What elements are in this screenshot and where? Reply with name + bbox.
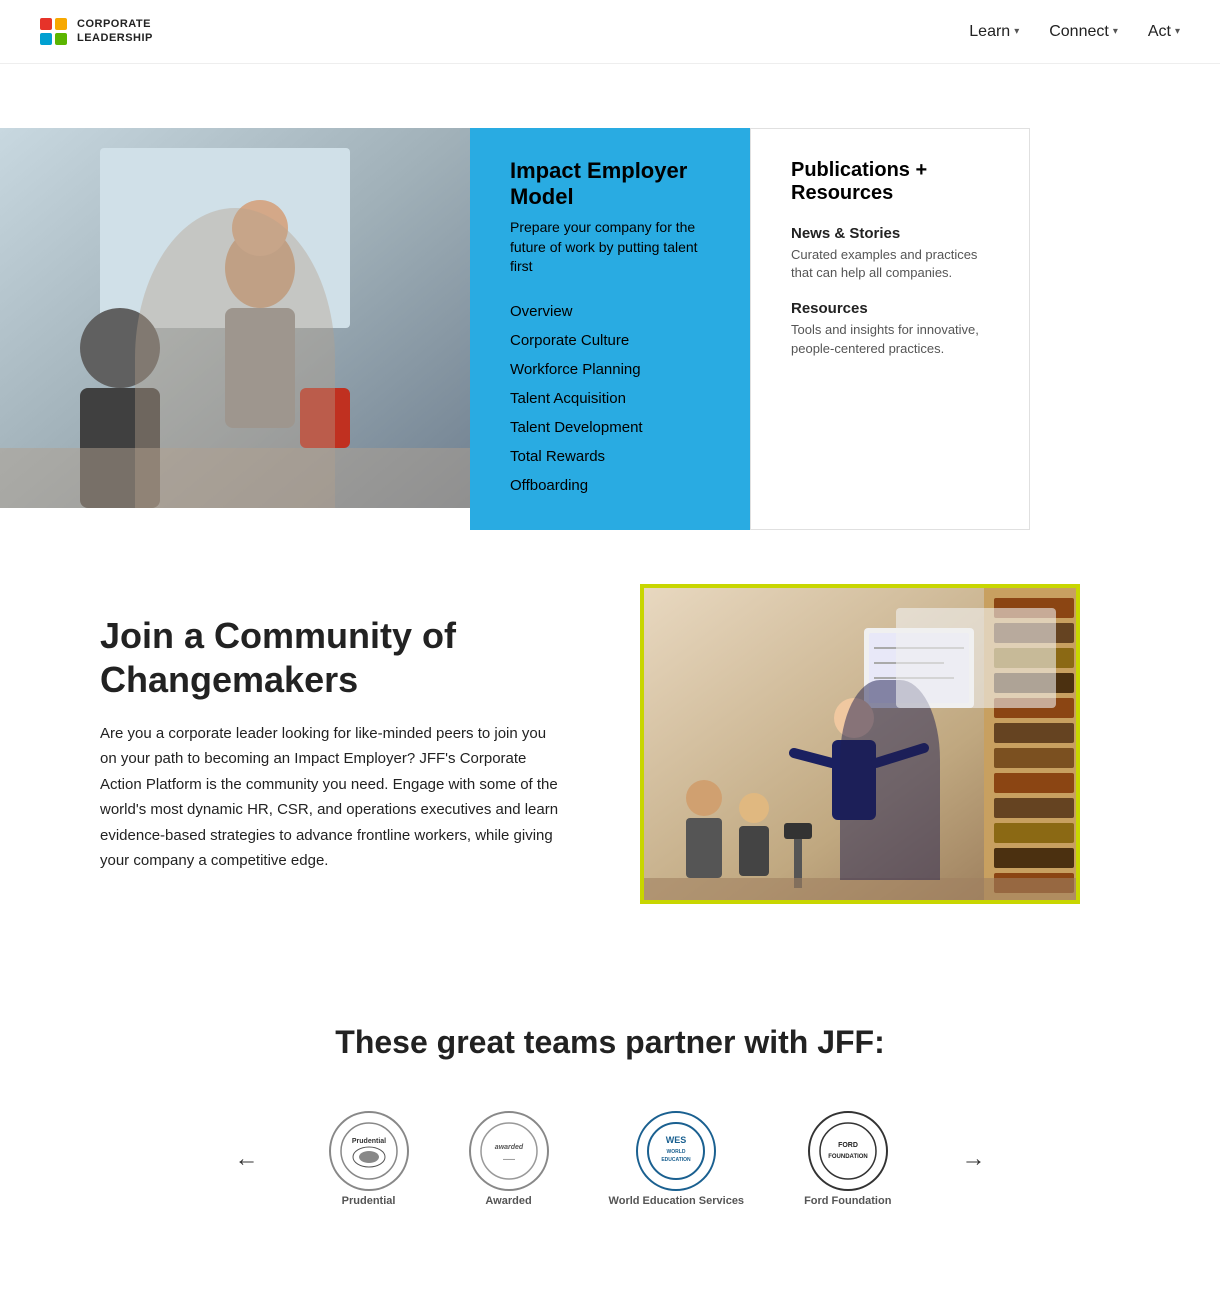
menu-item-total-rewards[interactable]: Total Rewards: [510, 442, 710, 471]
svg-text:——: ——: [503, 1157, 515, 1163]
pub-news: News & Stories Curated examples and prac…: [791, 225, 989, 282]
community-image: [640, 584, 1120, 904]
community-text: Join a Community of Changemakers Are you…: [100, 614, 560, 873]
nav-item-connect[interactable]: Connect ▾: [1049, 23, 1118, 41]
dropdown-panel: Impact Employer Model Prepare your compa…: [0, 128, 1220, 530]
dropdown-right-panel: Publications + Resources News & Stories …: [750, 128, 1030, 530]
logo-text: CORPORATE LEADERSHIP: [77, 18, 153, 44]
awarded-label: Awarded: [485, 1195, 531, 1207]
svg-text:FORD: FORD: [838, 1142, 858, 1149]
svg-text:WES: WES: [666, 1135, 687, 1145]
partner-logo-wes: WES WORLD EDUCATION World Education Serv…: [609, 1111, 745, 1207]
menu-item-talent-development[interactable]: Talent Development: [510, 413, 710, 442]
community-section: Join a Community of Changemakers Are you…: [100, 584, 1120, 904]
community-image-border: [640, 584, 1080, 904]
dropdown-heading: Impact Employer Model: [510, 158, 710, 210]
community-body: Are you a corporate leader looking for l…: [100, 721, 560, 874]
partners-heading: These great teams partner with JFF:: [100, 1024, 1120, 1061]
partners-row: ← Prudential Prudential awarded: [100, 1111, 1120, 1207]
svg-text:EDUCATION: EDUCATION: [662, 1157, 692, 1163]
community-image-inner: [644, 588, 1076, 900]
partner-logo-ford: FORD FOUNDATION Ford Foundation: [804, 1111, 891, 1207]
wes-label: World Education Services: [609, 1195, 745, 1207]
publications-heading: Publications + Resources: [791, 159, 989, 205]
menu-item-talent-acquisition[interactable]: Talent Acquisition: [510, 384, 710, 413]
dropdown-area: Impact Employer Model Prepare your compa…: [0, 64, 1220, 524]
chevron-down-icon: ▾: [1175, 26, 1180, 37]
dropdown-menu: Overview Corporate Culture Workforce Pla…: [510, 297, 710, 500]
svg-text:Prudential: Prudential: [351, 1138, 385, 1145]
pub-news-title[interactable]: News & Stories: [791, 225, 989, 242]
pub-resources-title[interactable]: Resources: [791, 300, 989, 317]
menu-item-corporate-culture[interactable]: Corporate Culture: [510, 326, 710, 355]
ford-label: Ford Foundation: [804, 1195, 891, 1207]
nav-item-learn[interactable]: Learn ▾: [969, 23, 1019, 41]
main-content: Join a Community of Changemakers Are you…: [0, 524, 1220, 1307]
partners-section: These great teams partner with JFF: ← Pr…: [100, 984, 1120, 1247]
menu-item-overview[interactable]: Overview: [510, 297, 710, 326]
partners-prev-button[interactable]: ←: [225, 1145, 269, 1173]
pub-resources-desc: Tools and insights for innovative, peopl…: [791, 321, 989, 357]
navbar: CORPORATE LEADERSHIP Learn ▾ Connect ▾ A…: [0, 0, 1220, 64]
community-heading: Join a Community of Changemakers: [100, 614, 560, 700]
ford-logo: FORD FOUNDATION: [808, 1111, 888, 1191]
chevron-down-icon: ▾: [1113, 26, 1118, 37]
dropdown-subtitle: Prepare your company for the future of w…: [510, 218, 710, 277]
logo-blocks: [40, 18, 67, 45]
wes-logo: WES WORLD EDUCATION: [636, 1111, 716, 1191]
partner-logo-prudential: Prudential Prudential: [329, 1111, 409, 1207]
partners-next-button[interactable]: →: [951, 1145, 995, 1173]
prudential-logo: Prudential: [329, 1111, 409, 1191]
prudential-label: Prudential: [342, 1195, 396, 1207]
menu-item-offboarding[interactable]: Offboarding: [510, 471, 710, 500]
awarded-logo: awarded ——: [469, 1111, 549, 1191]
partner-logo-awarded: awarded —— Awarded: [469, 1111, 549, 1207]
nav-links: Learn ▾ Connect ▾ Act ▾: [969, 23, 1180, 41]
svg-text:FOUNDATION: FOUNDATION: [828, 1154, 868, 1160]
pub-resources: Resources Tools and insights for innovat…: [791, 300, 989, 357]
nav-item-act[interactable]: Act ▾: [1148, 23, 1180, 41]
dropdown-left-panel: Impact Employer Model Prepare your compa…: [470, 128, 750, 530]
pub-news-desc: Curated examples and practices that can …: [791, 246, 989, 282]
logo[interactable]: CORPORATE LEADERSHIP: [40, 18, 153, 45]
menu-item-workforce-planning[interactable]: Workforce Planning: [510, 355, 710, 384]
chevron-down-icon: ▾: [1014, 26, 1019, 37]
